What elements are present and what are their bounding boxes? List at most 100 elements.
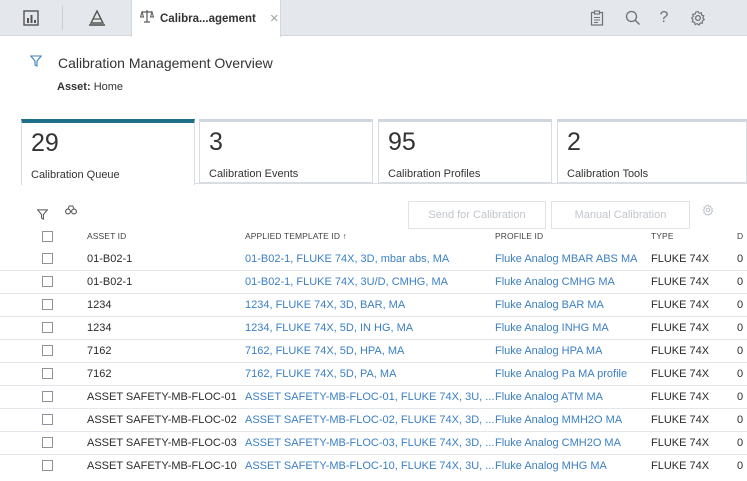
send-for-calibration-button[interactable]: Send for Calibration bbox=[408, 201, 546, 229]
card-calibration-events[interactable]: 3 Calibration Events bbox=[199, 119, 373, 183]
dashboard-tab[interactable] bbox=[0, 0, 62, 36]
d-cell: 0 bbox=[737, 299, 744, 311]
template-link[interactable]: ASSET SAFETY-MB-FLOC-03, FLUKE 74X, 3D, … bbox=[245, 437, 494, 449]
profile-link[interactable]: Fluke Analog BAR MA bbox=[495, 299, 604, 311]
table-row[interactable]: 7162 7162, FLUKE 74X, 5D, PA, MA Fluke A… bbox=[0, 363, 747, 386]
card-calibration-queue[interactable]: 29 Calibration Queue bbox=[21, 119, 195, 185]
card-calibration-profiles[interactable]: 95 Calibration Profiles bbox=[378, 119, 552, 183]
select-all-checkbox[interactable] bbox=[42, 231, 53, 242]
profile-link[interactable]: Fluke Analog ATM MA bbox=[495, 391, 603, 403]
asset-id-cell: 1234 bbox=[87, 322, 112, 334]
profile-link[interactable]: Fluke Analog INHG MA bbox=[495, 322, 609, 334]
profile-link[interactable]: Fluke Analog Pa MA profile bbox=[495, 368, 627, 380]
row-checkbox[interactable] bbox=[42, 414, 53, 425]
type-cell: FLUKE 74X bbox=[651, 414, 710, 426]
type-cell: FLUKE 74X bbox=[651, 345, 710, 357]
card-calibration-tools[interactable]: 2 Calibration Tools bbox=[557, 119, 747, 183]
settings-icon[interactable] bbox=[680, 0, 716, 36]
card-label: Calibration Queue bbox=[31, 169, 120, 181]
table-row[interactable]: ASSET SAFETY-MB-FLOC-01 ASSET SAFETY-MB-… bbox=[0, 386, 747, 409]
binoculars-icon[interactable] bbox=[65, 204, 77, 218]
template-link[interactable]: ASSET SAFETY-MB-FLOC-02, FLUKE 74X, 3D, … bbox=[245, 414, 494, 426]
tab-title: Calibra...agement bbox=[160, 12, 256, 25]
column-asset-id[interactable]: ASSET ID bbox=[87, 231, 126, 241]
d-cell: 0 bbox=[737, 345, 744, 357]
asset-id-cell: 7162 bbox=[87, 368, 112, 380]
row-checkbox[interactable] bbox=[42, 437, 53, 448]
d-cell: 0 bbox=[737, 253, 744, 265]
row-checkbox[interactable] bbox=[42, 253, 53, 264]
asset-id-cell: ASSET SAFETY-MB-FLOC-03 bbox=[87, 437, 237, 449]
template-link[interactable]: 01-B02-1, FLUKE 74X, 3D, mbar abs, MA bbox=[245, 253, 449, 265]
type-cell: FLUKE 74X bbox=[651, 460, 710, 472]
type-cell: FLUKE 74X bbox=[651, 276, 710, 288]
tab-calibration-management[interactable]: Calibra...agement × bbox=[131, 0, 281, 37]
profile-link[interactable]: Fluke Analog CMH2O MA bbox=[495, 437, 621, 449]
grid-settings-icon[interactable] bbox=[702, 203, 714, 221]
profile-link[interactable]: Fluke Analog MBAR ABS MA bbox=[495, 253, 637, 265]
profile-link[interactable]: Fluke Analog MMH2O MA bbox=[495, 414, 622, 426]
type-cell: FLUKE 74X bbox=[651, 253, 710, 265]
filter-icon[interactable] bbox=[36, 207, 49, 225]
table-row[interactable]: 01-B02-1 01-B02-1, FLUKE 74X, 3D, mbar a… bbox=[0, 248, 747, 271]
template-link[interactable]: ASSET SAFETY-MB-FLOC-01, FLUKE 74X, 3U, … bbox=[245, 391, 494, 403]
calibration-icon bbox=[139, 9, 155, 28]
asset-id-cell: ASSET SAFETY-MB-FLOC-02 bbox=[87, 414, 237, 426]
column-type[interactable]: TYPE bbox=[651, 231, 674, 241]
row-checkbox[interactable] bbox=[42, 391, 53, 402]
d-cell: 0 bbox=[737, 322, 744, 334]
template-link[interactable]: 1234, FLUKE 74X, 5D, IN HG, MA bbox=[245, 322, 413, 334]
type-cell: FLUKE 74X bbox=[651, 322, 710, 334]
help-icon[interactable]: ? bbox=[650, 0, 678, 36]
profile-link[interactable]: Fluke Analog HPA MA bbox=[495, 345, 602, 357]
row-checkbox[interactable] bbox=[42, 322, 53, 333]
search-icon[interactable] bbox=[618, 0, 648, 36]
table-row[interactable]: 01-B02-1 01-B02-1, FLUKE 74X, 3U/D, CMHG… bbox=[0, 271, 747, 294]
column-applied-template-id[interactable]: APPLIED TEMPLATE ID ↑ bbox=[245, 231, 347, 241]
row-checkbox[interactable] bbox=[42, 299, 53, 310]
type-cell: FLUKE 74X bbox=[651, 299, 710, 311]
column-d[interactable]: D bbox=[737, 231, 743, 241]
d-cell: 0 bbox=[737, 460, 744, 472]
table-row[interactable]: ASSET SAFETY-MB-FLOC-03 ASSET SAFETY-MB-… bbox=[0, 432, 747, 455]
template-link[interactable]: 01-B02-1, FLUKE 74X, 3U/D, CMHG, MA bbox=[245, 276, 448, 288]
card-label: Calibration Events bbox=[209, 168, 299, 180]
table-row[interactable]: 1234 1234, FLUKE 74X, 3D, BAR, MA Fluke … bbox=[0, 294, 747, 317]
card-label: Calibration Profiles bbox=[388, 168, 481, 180]
table-row[interactable]: 7162 7162, FLUKE 74X, 5D, HPA, MA Fluke … bbox=[0, 340, 747, 363]
row-checkbox[interactable] bbox=[42, 460, 53, 471]
profile-link[interactable]: Fluke Analog MHG MA bbox=[495, 460, 607, 472]
template-link[interactable]: 7162, FLUKE 74X, 5D, HPA, MA bbox=[245, 345, 404, 357]
type-cell: FLUKE 74X bbox=[651, 437, 710, 449]
row-checkbox[interactable] bbox=[42, 368, 53, 379]
d-cell: 0 bbox=[737, 276, 744, 288]
d-cell: 0 bbox=[737, 437, 744, 449]
table-row[interactable]: ASSET SAFETY-MB-FLOC-02 ASSET SAFETY-MB-… bbox=[0, 409, 747, 432]
top-tab-bar: Calibra...agement × ? bbox=[0, 0, 747, 37]
card-count: 2 bbox=[567, 128, 581, 156]
card-count: 29 bbox=[31, 129, 59, 157]
asset-id-cell: 01-B02-1 bbox=[87, 276, 133, 288]
row-checkbox[interactable] bbox=[42, 276, 53, 287]
card-count: 3 bbox=[209, 128, 223, 156]
dashboard-icon bbox=[23, 10, 39, 26]
table-row[interactable]: ASSET SAFETY-MB-FLOC-10 ASSET SAFETY-MB-… bbox=[0, 455, 747, 478]
template-link[interactable]: 1234, FLUKE 74X, 3D, BAR, MA bbox=[245, 299, 405, 311]
type-cell: FLUKE 74X bbox=[651, 368, 710, 380]
row-checkbox[interactable] bbox=[42, 345, 53, 356]
table-row[interactable]: 1234 1234, FLUKE 74X, 5D, IN HG, MA Fluk… bbox=[0, 317, 747, 340]
close-icon[interactable]: × bbox=[270, 11, 279, 26]
asset-label: Asset: bbox=[57, 81, 91, 93]
manual-calibration-button[interactable]: Manual Calibration bbox=[551, 201, 690, 229]
asset-hierarchy-tab[interactable] bbox=[63, 0, 131, 36]
clipboard-icon[interactable] bbox=[582, 0, 612, 36]
template-link[interactable]: 7162, FLUKE 74X, 5D, PA, MA bbox=[245, 368, 396, 380]
column-profile-id[interactable]: PROFILE ID bbox=[495, 231, 543, 241]
asset-id-cell: ASSET SAFETY-MB-FLOC-01 bbox=[87, 391, 237, 403]
template-link[interactable]: ASSET SAFETY-MB-FLOC-10, FLUKE 74X, 3U, … bbox=[245, 460, 494, 472]
profile-link[interactable]: Fluke Analog CMHG MA bbox=[495, 276, 615, 288]
panel-divider bbox=[195, 183, 747, 184]
asset-id-cell: ASSET SAFETY-MB-FLOC-10 bbox=[87, 460, 237, 472]
filter-icon[interactable] bbox=[29, 54, 43, 72]
d-cell: 0 bbox=[737, 368, 744, 380]
